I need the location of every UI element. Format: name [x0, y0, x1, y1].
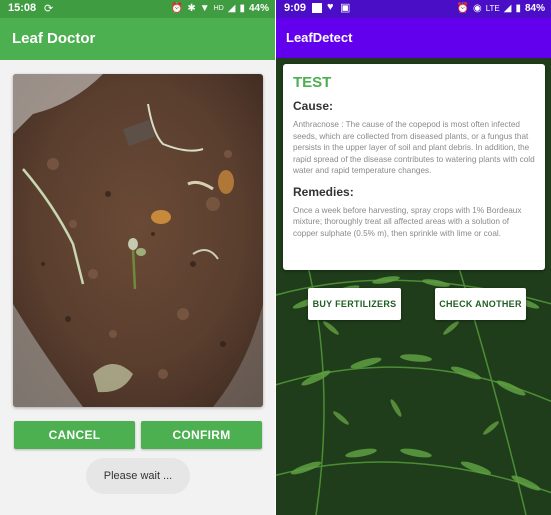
alarm-icon: ⏰: [170, 3, 184, 14]
app-bar: LeafDetect: [276, 18, 551, 58]
alarm-icon: ⏰: [456, 3, 469, 14]
signal-icon: ◢: [227, 3, 236, 14]
notification-icon: [312, 3, 322, 13]
network-type: LTE: [485, 4, 500, 13]
cause-heading: Cause:: [293, 99, 334, 113]
signal-icon: ◢: [503, 3, 512, 14]
remedies-heading: Remedies:: [293, 184, 354, 199]
battery-percent: 84%: [524, 3, 545, 14]
wait-toast: Please wait ...: [86, 458, 190, 494]
wifi-icon: ▼: [199, 3, 210, 14]
cancel-button[interactable]: CANCEL: [14, 421, 135, 449]
battery-percent: 44%: [248, 3, 269, 14]
bluetooth-icon: ✱: [187, 3, 196, 14]
gallery-icon: ▣: [340, 2, 351, 14]
captured-leaf-photo: [13, 74, 263, 407]
confirm-button[interactable]: CONFIRM: [141, 421, 262, 449]
remedies-text: Once a week before harvesting, spray cro…: [293, 205, 522, 238]
status-time: 15:08: [8, 2, 37, 14]
status-icons: ⏰ ◉ LTE ◢ ▮ 84%: [457, 2, 546, 15]
battery-icon: ▮: [239, 3, 245, 14]
app-title: Leaf Doctor: [12, 30, 96, 47]
heart-icon: ♥: [327, 1, 334, 13]
app-title: LeafDetect: [286, 30, 353, 45]
hd-icon: HD: [213, 5, 224, 12]
diagnosis-title: TEST: [293, 74, 332, 91]
diagnosis-card: TEST Cause: Anthracnose : The cause of t…: [283, 64, 545, 270]
sync-icon: ⟳: [44, 3, 54, 15]
eye-icon: ◉: [472, 3, 482, 14]
cause-text: Anthracnose : The cause of the copepod i…: [293, 120, 535, 175]
check-another-button[interactable]: CHECK ANOTHER: [435, 288, 526, 320]
status-bar: 9:09 ♥ ▣ ⏰ ◉ LTE ◢ ▮ 84%: [276, 0, 551, 18]
status-time: 9:09: [284, 2, 307, 14]
leaf-doctor-screen: 15:08 ⟳ ⏰ ✱ ▼ HD ◢ ▮ 44% Leaf Doctor CAN…: [0, 0, 275, 515]
screenshot-pair: 15:08 ⟳ ⏰ ✱ ▼ HD ◢ ▮ 44% Leaf Doctor CAN…: [0, 0, 551, 515]
status-bar: 15:08 ⟳ ⏰ ✱ ▼ HD ◢ ▮ 44%: [0, 0, 275, 18]
app-bar: Leaf Doctor: [0, 18, 275, 60]
buy-fertilizers-button[interactable]: BUY FERTILIZERS: [308, 288, 401, 320]
battery-icon: ▮: [515, 3, 521, 14]
status-icons: ⏰ ✱ ▼ HD ◢ ▮ 44%: [171, 2, 269, 15]
leafdetect-screen: 9:09 ♥ ▣ ⏰ ◉ LTE ◢ ▮ 84% LeafDetect TEST…: [276, 0, 551, 515]
